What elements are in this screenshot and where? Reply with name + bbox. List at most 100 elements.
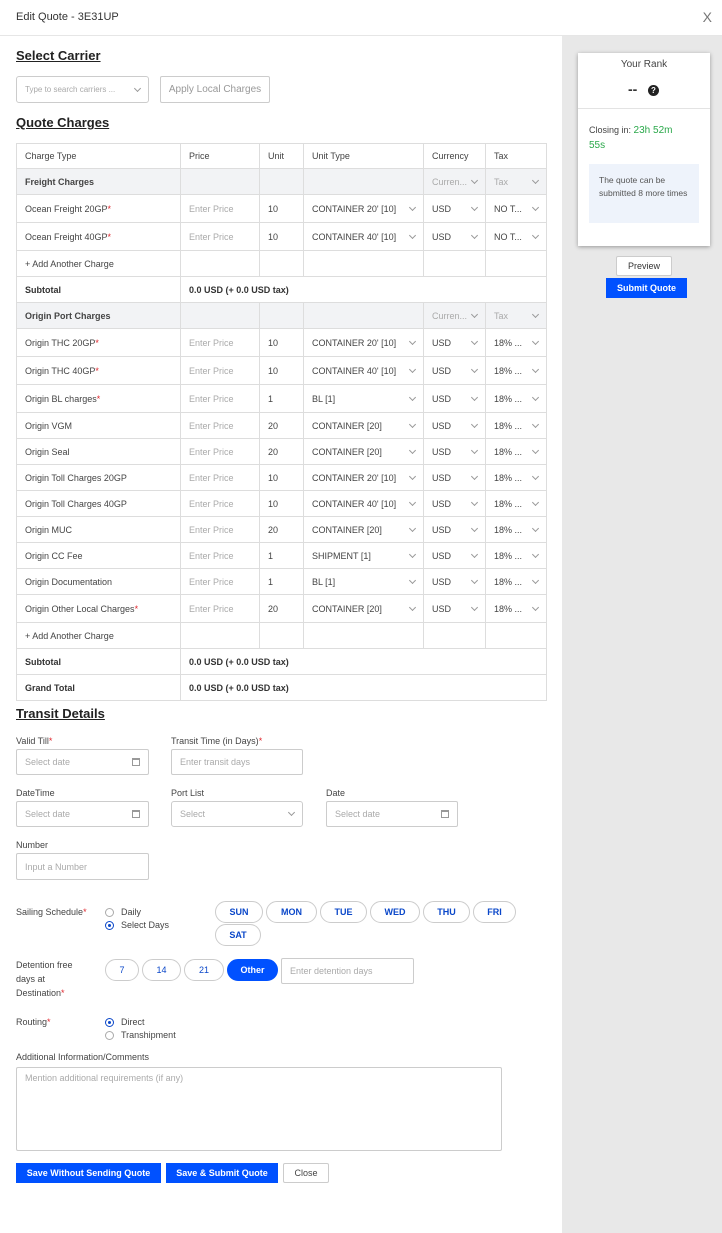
unit-input[interactable]: 10 [259, 222, 304, 251]
currency-select[interactable]: USD [423, 384, 486, 413]
save-submit-button[interactable]: Save & Submit Quote [166, 1163, 278, 1183]
group-currency-select[interactable]: Curren... [423, 302, 486, 329]
unit-input[interactable]: 10 [259, 356, 304, 385]
tax-select[interactable]: 18% ... [485, 490, 547, 517]
price-input[interactable]: Enter Price [180, 594, 260, 623]
currency-select[interactable]: USD [423, 594, 486, 623]
datetime-picker[interactable]: Select date [16, 801, 149, 827]
price-input[interactable]: Enter Price [180, 542, 260, 569]
day-sun-button[interactable]: SUN [215, 901, 263, 923]
price-input[interactable]: Enter Price [180, 568, 260, 595]
unit-input[interactable]: 10 [259, 490, 304, 517]
currency-select[interactable]: USD [423, 222, 486, 251]
currency-select[interactable]: USD [423, 516, 486, 543]
group-currency-select[interactable]: Curren... [423, 168, 486, 195]
tax-select[interactable]: NO T... [485, 194, 547, 223]
unit-input[interactable]: 10 [259, 194, 304, 223]
price-input[interactable]: Enter Price [180, 384, 260, 413]
detention-14-button[interactable]: 14 [142, 959, 181, 981]
question-circle-icon[interactable]: ? [648, 85, 659, 96]
currency-select[interactable]: USD [423, 568, 486, 595]
unit-input[interactable]: 10 [259, 328, 304, 357]
unit-type-select[interactable]: CONTAINER 20' [10] [303, 194, 424, 223]
currency-select[interactable]: USD [423, 438, 486, 465]
unit-type-select[interactable]: BL [1] [303, 384, 424, 413]
tax-select[interactable]: NO T... [485, 222, 547, 251]
tax-select[interactable]: 18% ... [485, 516, 547, 543]
unit-input[interactable]: 1 [259, 568, 304, 595]
unit-input[interactable]: 20 [259, 516, 304, 543]
unit-type-select[interactable]: CONTAINER 40' [10] [303, 356, 424, 385]
tax-select[interactable]: 18% ... [485, 384, 547, 413]
day-thu-button[interactable]: THU [423, 901, 470, 923]
detention-21-button[interactable]: 21 [184, 959, 224, 981]
sailing-daily-radio[interactable] [105, 908, 114, 917]
unit-type-select[interactable]: CONTAINER [20] [303, 516, 424, 543]
unit-type-select[interactable]: CONTAINER [20] [303, 412, 424, 439]
tax-select[interactable]: 18% ... [485, 438, 547, 465]
price-input[interactable]: Enter Price [180, 438, 260, 465]
price-input[interactable]: Enter Price [180, 194, 260, 223]
currency-select[interactable]: USD [423, 328, 486, 357]
unit-type-select[interactable]: SHIPMENT [1] [303, 542, 424, 569]
tax-select[interactable]: 18% ... [485, 328, 547, 357]
unit-type-select[interactable]: CONTAINER 20' [10] [303, 464, 424, 491]
add-another-charge-link[interactable]: + Add Another Charge [16, 250, 181, 277]
price-input[interactable]: Enter Price [180, 516, 260, 543]
currency-select[interactable]: USD [423, 194, 486, 223]
tax-select[interactable]: 18% ... [485, 568, 547, 595]
port-list-select[interactable]: Select [171, 801, 303, 827]
close-button[interactable]: Close [283, 1163, 329, 1183]
preview-button[interactable]: Preview [616, 256, 672, 276]
currency-select[interactable]: USD [423, 490, 486, 517]
currency-select[interactable]: USD [423, 412, 486, 439]
unit-type-select[interactable]: CONTAINER [20] [303, 594, 424, 623]
currency-select[interactable]: USD [423, 464, 486, 491]
day-sat-button[interactable]: SAT [215, 924, 261, 946]
unit-type-select[interactable]: BL [1] [303, 568, 424, 595]
day-fri-button[interactable]: FRI [473, 901, 516, 923]
comments-textarea[interactable]: Mention additional requirements (if any) [16, 1067, 502, 1151]
day-mon-button[interactable]: MON [266, 901, 317, 923]
price-input[interactable]: Enter Price [180, 356, 260, 385]
number-input[interactable]: Input a Number [16, 853, 149, 880]
unit-type-select[interactable]: CONTAINER [20] [303, 438, 424, 465]
day-tue-button[interactable]: TUE [320, 901, 367, 923]
add-another-charge-link[interactable]: + Add Another Charge [16, 622, 181, 649]
transit-time-input[interactable]: Enter transit days [171, 749, 303, 775]
close-icon[interactable]: X [703, 9, 712, 25]
sailing-select-days-radio[interactable] [105, 921, 114, 930]
tax-select[interactable]: 18% ... [485, 412, 547, 439]
unit-type-select[interactable]: CONTAINER 20' [10] [303, 328, 424, 357]
tax-select[interactable]: 18% ... [485, 594, 547, 623]
submit-quote-button[interactable]: Submit Quote [606, 278, 687, 298]
unit-input[interactable]: 20 [259, 438, 304, 465]
carrier-search-select[interactable]: Type to search carriers ... [16, 76, 149, 103]
day-wed-button[interactable]: WED [370, 901, 420, 923]
unit-input[interactable]: 1 [259, 384, 304, 413]
save-without-sending-button[interactable]: Save Without Sending Quote [16, 1163, 161, 1183]
unit-input[interactable]: 20 [259, 412, 304, 439]
unit-type-select[interactable]: CONTAINER 40' [10] [303, 490, 424, 517]
apply-local-charges-button[interactable]: Apply Local Charges [160, 76, 270, 103]
detention-7-button[interactable]: 7 [105, 959, 139, 981]
currency-select[interactable]: USD [423, 356, 486, 385]
tax-select[interactable]: 18% ... [485, 464, 547, 491]
tax-select[interactable]: 18% ... [485, 542, 547, 569]
currency-select[interactable]: USD [423, 542, 486, 569]
price-input[interactable]: Enter Price [180, 222, 260, 251]
group-tax-select[interactable]: Tax [485, 168, 547, 195]
detention-other-button[interactable]: Other [227, 959, 278, 981]
price-input[interactable]: Enter Price [180, 328, 260, 357]
valid-till-datepicker[interactable]: Select date [16, 749, 149, 775]
routing-transhipment-radio[interactable] [105, 1031, 114, 1040]
price-input[interactable]: Enter Price [180, 464, 260, 491]
group-tax-select[interactable]: Tax [485, 302, 547, 329]
detention-days-input[interactable]: Enter detention days [281, 958, 414, 984]
date-picker[interactable]: Select date [326, 801, 458, 827]
tax-select[interactable]: 18% ... [485, 356, 547, 385]
unit-input[interactable]: 20 [259, 594, 304, 623]
routing-direct-radio[interactable] [105, 1018, 114, 1027]
price-input[interactable]: Enter Price [180, 490, 260, 517]
price-input[interactable]: Enter Price [180, 412, 260, 439]
